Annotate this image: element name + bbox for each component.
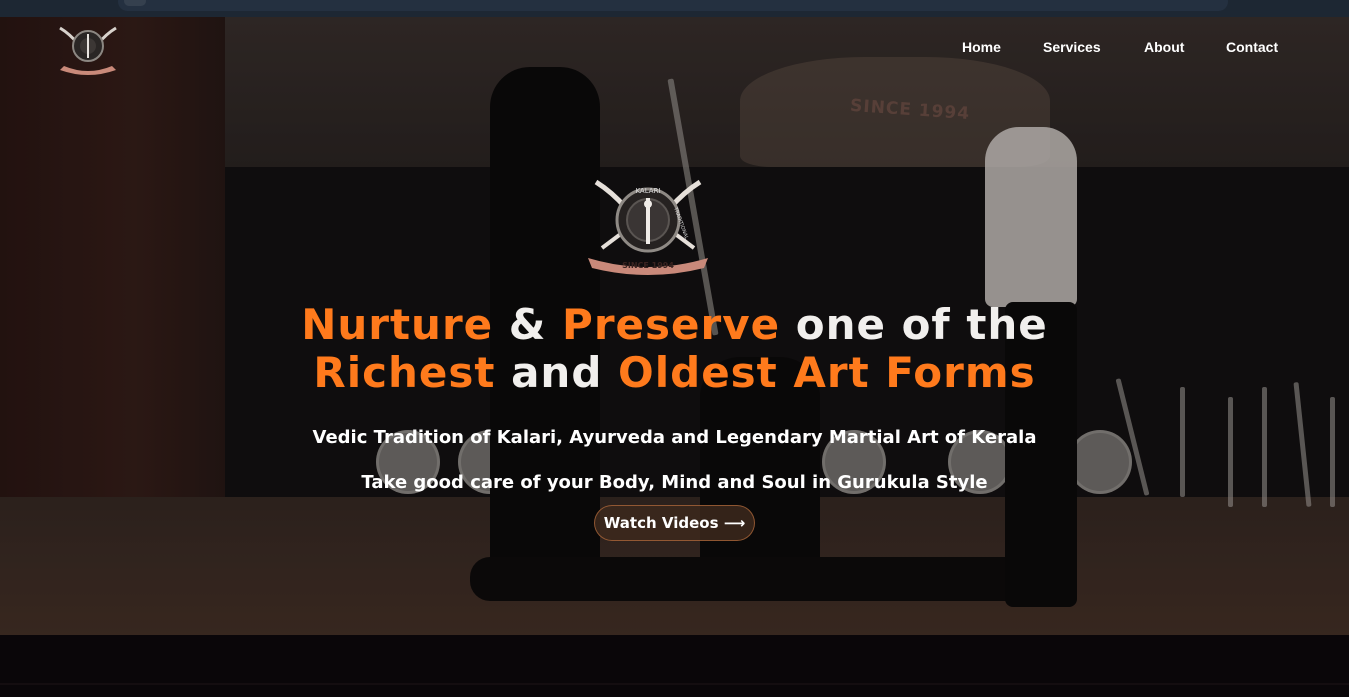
hero-headline-line2: Richest and Oldest Art Forms <box>0 348 1349 397</box>
kalari-logo-large: KALARI TRADITIONAL SINCE 1994 <box>588 179 708 275</box>
nav-contact[interactable]: Contact <box>1226 39 1278 55</box>
headline-word-one-of-the: one of the <box>795 300 1048 349</box>
logo-top-text: KALARI <box>635 187 660 195</box>
kalari-logo-small[interactable] <box>56 24 120 76</box>
browser-top-strip <box>0 0 1349 17</box>
address-bar[interactable] <box>118 0 1228 11</box>
headline-word-richest: Richest <box>313 348 496 397</box>
watch-videos-button[interactable]: Watch Videos ⟶ <box>594 505 755 541</box>
hero-subtitle-1: Vedic Tradition of Kalari, Ayurveda and … <box>312 427 1037 448</box>
page-bottom-section <box>0 635 1349 697</box>
headline-word-ampersand: & <box>508 300 547 349</box>
logo-ribbon-text: SINCE 1994 <box>622 261 674 270</box>
nav-services[interactable]: Services <box>1043 39 1101 55</box>
nav-about[interactable]: About <box>1144 39 1184 55</box>
nav-home[interactable]: Home <box>962 39 1001 55</box>
headline-word-preserve: Preserve <box>562 300 781 349</box>
hero-headline-line1: Nurture & Preserve one of the <box>0 300 1349 349</box>
headline-word-and: and <box>511 348 603 397</box>
headline-word-nurture: Nurture <box>301 300 494 349</box>
divider <box>0 683 1349 685</box>
hero-subtitle-2: Take good care of your Body, Mind and So… <box>361 472 988 493</box>
headline-word-oldest-art-forms: Oldest Art Forms <box>618 348 1036 397</box>
